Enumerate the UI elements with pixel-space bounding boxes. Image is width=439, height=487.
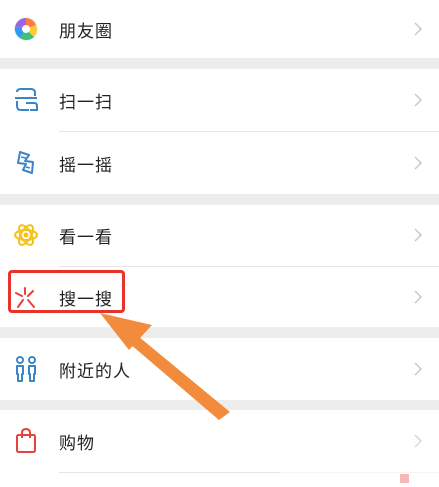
- scan-icon: [12, 86, 40, 114]
- chevron-right-icon: [411, 289, 425, 305]
- shopping-bag-icon: [12, 427, 40, 455]
- shake-icon: [12, 149, 40, 177]
- menu-item-label: 扫一扫: [59, 92, 113, 113]
- menu-item-label: 看一看: [59, 228, 113, 248]
- moments-icon: [12, 15, 40, 43]
- menu-group-moments: 朋友圈: [0, 0, 439, 58]
- menu-item-people-nearby[interactable]: 附近的人: [0, 338, 439, 400]
- menu-item-scan[interactable]: 扫一扫: [0, 69, 439, 131]
- watermark: [280, 420, 439, 487]
- top-stories-icon: [12, 221, 40, 249]
- chevron-right-icon: [411, 361, 425, 377]
- menu-item-top-stories[interactable]: 看一看: [0, 205, 439, 266]
- menu-item-label: 摇一摇: [59, 155, 113, 176]
- chevron-right-icon: [411, 227, 425, 243]
- menu-item-moments[interactable]: 朋友圈: [0, 0, 439, 58]
- menu-group-scan-shake: 扫一扫 摇一摇: [0, 69, 439, 194]
- menu-group-people-nearby: 附近的人: [0, 338, 439, 400]
- menu-item-label: 朋友圈: [59, 21, 113, 42]
- corner-mark: [400, 474, 409, 483]
- menu-item-label: 附近的人: [59, 361, 131, 382]
- chevron-right-icon: [411, 21, 425, 37]
- menu-item-label: 购物: [59, 433, 95, 454]
- people-nearby-icon: [12, 355, 40, 383]
- highlight-box: [8, 270, 125, 313]
- menu-item-shake[interactable]: 摇一摇: [0, 132, 439, 194]
- chevron-right-icon: [411, 92, 425, 108]
- discover-page: 朋友圈 扫一扫 摇一摇 看一看 搜一搜 附近的人 购物: [0, 0, 439, 487]
- chevron-right-icon: [411, 155, 425, 171]
